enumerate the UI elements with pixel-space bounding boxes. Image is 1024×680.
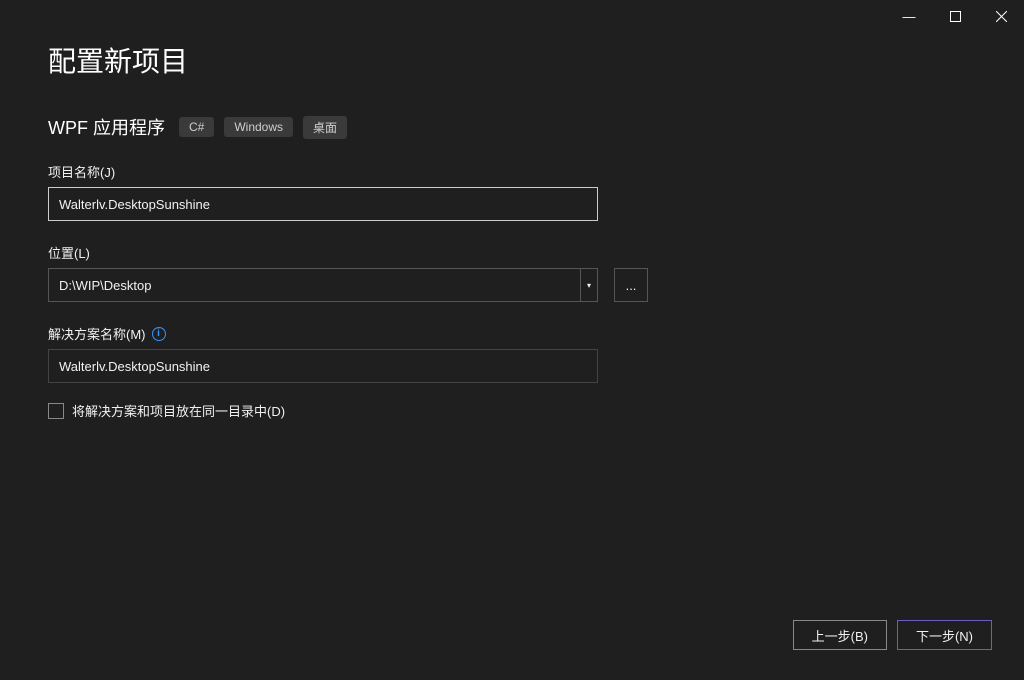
location-dropdown-button[interactable]: ▾: [580, 268, 598, 302]
ellipsis-icon: ...: [626, 278, 637, 293]
location-label: 位置(L): [48, 243, 90, 262]
chevron-down-icon: ▾: [587, 281, 591, 290]
content: 配置新项目 WPF 应用程序 C# Windows 桌面 项目名称(J) 位置(…: [0, 32, 1024, 420]
footer: 上一步(B) 下一步(N): [793, 620, 992, 650]
template-tag: 桌面: [303, 116, 347, 139]
solution-name-group: 解决方案名称(M) i: [48, 324, 976, 383]
maximize-icon: [950, 11, 961, 22]
template-name: WPF 应用程序: [48, 114, 165, 140]
close-icon: [996, 11, 1007, 22]
solution-name-input[interactable]: [48, 349, 598, 383]
project-name-group: 项目名称(J): [48, 162, 976, 221]
solution-name-label: 解决方案名称(M): [48, 324, 146, 343]
back-button[interactable]: 上一步(B): [793, 620, 887, 650]
minimize-button[interactable]: —: [886, 0, 932, 32]
minimize-icon: —: [903, 9, 916, 24]
template-row: WPF 应用程序 C# Windows 桌面: [48, 114, 976, 140]
template-tag: C#: [179, 117, 214, 137]
same-directory-checkbox[interactable]: [48, 403, 64, 419]
same-directory-label[interactable]: 将解决方案和项目放在同一目录中(D): [72, 401, 285, 420]
template-tag: Windows: [224, 117, 293, 137]
same-directory-row: 将解决方案和项目放在同一目录中(D): [48, 401, 976, 420]
location-combo: ▾: [48, 268, 598, 302]
next-button[interactable]: 下一步(N): [897, 620, 992, 650]
page-title: 配置新项目: [48, 40, 976, 80]
location-group: 位置(L) ▾ ...: [48, 243, 976, 302]
location-input[interactable]: [48, 268, 580, 302]
close-button[interactable]: [978, 0, 1024, 32]
info-icon[interactable]: i: [152, 327, 166, 341]
maximize-button[interactable]: [932, 0, 978, 32]
project-name-input[interactable]: [48, 187, 598, 221]
titlebar: —: [0, 0, 1024, 32]
browse-button[interactable]: ...: [614, 268, 648, 302]
project-name-label: 项目名称(J): [48, 162, 115, 181]
